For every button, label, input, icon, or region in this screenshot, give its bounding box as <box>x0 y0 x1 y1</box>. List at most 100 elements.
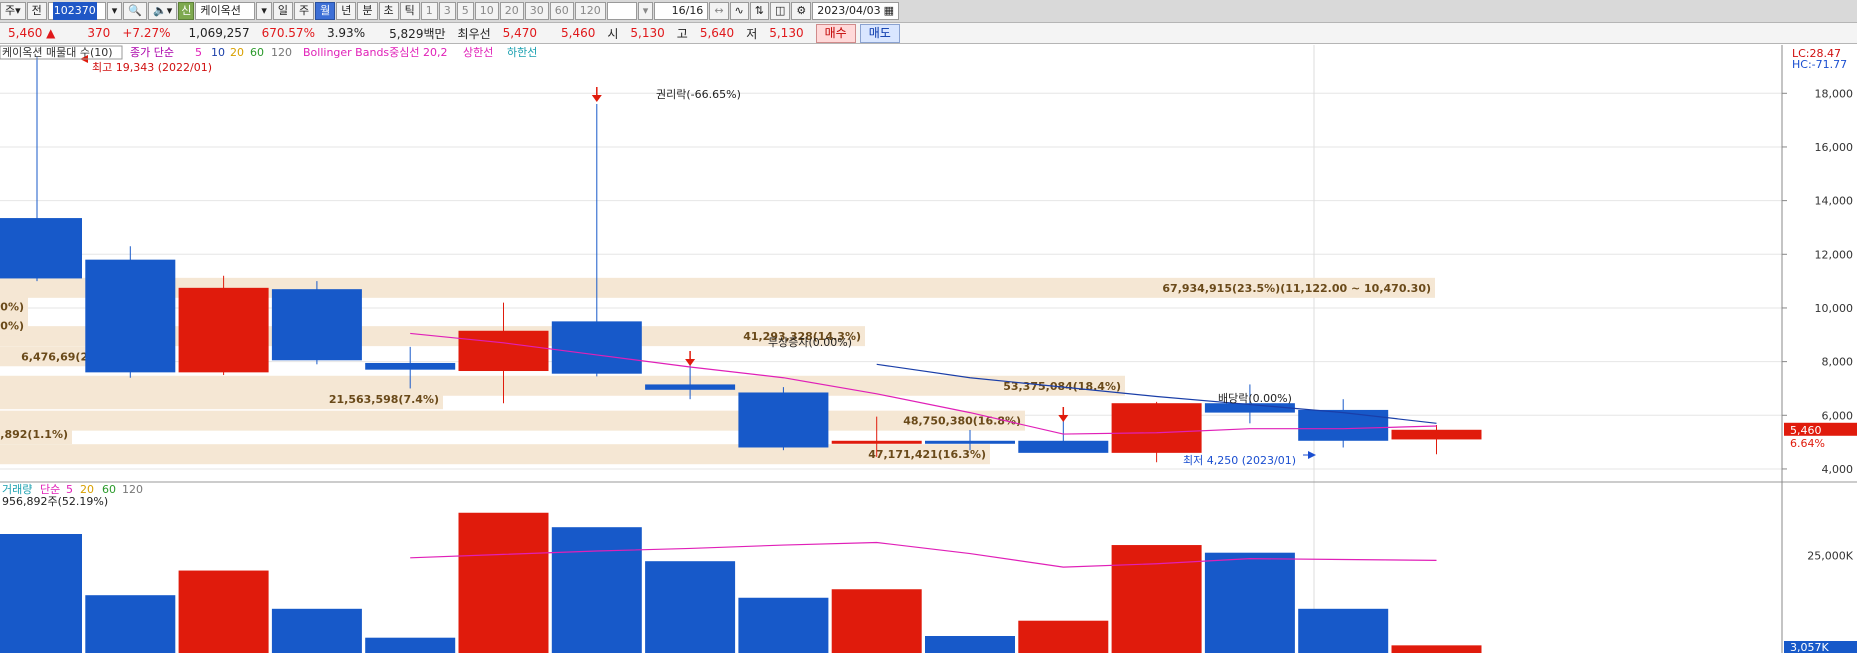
period-month[interactable]: 월 <box>315 2 336 20</box>
volume-value: 1,069,257 <box>188 26 250 40</box>
chart-icon[interactable]: ⇅ <box>749 2 769 20</box>
price-change: 370 <box>87 26 111 40</box>
code-dropdown[interactable]: ▾ <box>106 2 123 20</box>
ruler-icon[interactable]: ↔ <box>709 2 729 20</box>
price-chart[interactable]: 67,934,915(23.5%)(11,122.00 ~ 10,470.30)… <box>0 45 1857 653</box>
high-annotation: 최고 19,343 (2022/01) <box>92 61 212 74</box>
axis-tick-label: 10,000 <box>1815 302 1854 315</box>
high-label: 고 <box>676 26 688 41</box>
sound-button[interactable]: 🔈 ▾ <box>148 2 178 20</box>
period-second[interactable]: 초 <box>378 2 399 20</box>
legend-ma20: 20 <box>230 46 244 59</box>
volume-bar <box>85 595 176 653</box>
volume-bar <box>1111 545 1202 653</box>
credit-badge: 신 <box>178 2 195 20</box>
candle-body <box>1391 429 1482 440</box>
low-arrow-head <box>1308 451 1316 459</box>
period-tick[interactable]: 틱 <box>399 2 420 20</box>
stock-name: 케이옥션 <box>195 2 256 20</box>
volume-profile-band <box>0 444 990 465</box>
interval-20[interactable]: 20 <box>499 2 524 20</box>
volume-profile-band <box>0 410 1025 431</box>
toolbar: 주 ▾ 전 102370 ▾ 🔍 🔈 ▾ 신 케이옥션 ▾ 일 주 월 년 분 초 … <box>0 0 1857 23</box>
volume-profile-label: 0.0%) <box>0 319 24 332</box>
legend-ma5: 5 <box>195 46 202 59</box>
code-input[interactable]: 102370 <box>47 2 106 20</box>
period-week[interactable]: 주 <box>294 2 315 20</box>
interval-30[interactable]: 30 <box>524 2 549 20</box>
rights-arrow-head <box>591 95 602 102</box>
legend-ma60: 60 <box>250 46 264 59</box>
page-indicator[interactable]: 16/16 <box>654 2 709 20</box>
volume-bar <box>1018 620 1109 653</box>
prev-button[interactable]: 전 <box>26 2 47 20</box>
open-label: 시 <box>607 26 619 41</box>
legend-bb: Bollinger Bands중심선 20,2 <box>303 46 448 59</box>
candle-body <box>271 289 362 361</box>
chevron-down-icon: ▾ <box>642 4 649 17</box>
rights-annotation: 권리락(-66.65%) <box>656 88 741 101</box>
interval-120[interactable]: 120 <box>574 2 606 20</box>
interval-3[interactable]: 3 <box>438 2 456 20</box>
ask-label: 최우선 <box>457 26 491 41</box>
volume-axis-label: 25,000K <box>1807 549 1853 562</box>
interval-dropdown[interactable]: ▾ <box>637 2 654 20</box>
buy-button[interactable]: 매수 <box>815 23 856 43</box>
bonus-arrow-head <box>685 359 696 366</box>
gear-icon[interactable]: ⚙ <box>791 2 812 20</box>
axis-tick-label: 4,000 <box>1822 463 1854 476</box>
ask-price: 5,470 <box>502 26 538 40</box>
volume-bar <box>1204 552 1295 653</box>
candle-body <box>458 330 549 372</box>
volume-profile-label: 56,892(1.1%) <box>0 428 68 441</box>
volume-profile-label: 0.0%) <box>0 301 24 314</box>
quote-row: 5,460 ▲ 370 +7.27% 1,069,257 670.57% 3.9… <box>0 23 1857 44</box>
volume-bar <box>551 527 642 653</box>
legend-ma10: 10 <box>211 46 225 59</box>
interval-1[interactable]: 1 <box>420 2 438 20</box>
candle-body <box>1111 403 1202 453</box>
volume-last: 956,892주(52.19%) <box>2 495 108 508</box>
period-year[interactable]: 년 <box>336 2 357 20</box>
dividend-arrow-head <box>1058 415 1069 422</box>
interval-60[interactable]: 60 <box>549 2 574 20</box>
volume-bar <box>178 570 269 653</box>
candle-body <box>925 440 1015 444</box>
trend-icon[interactable]: ∿ <box>729 2 749 20</box>
chevron-down-icon: ▾ <box>15 4 21 17</box>
bonus-annotation: 무상증자(0.00%) <box>768 336 852 349</box>
name-dropdown[interactable]: ▾ <box>256 2 272 20</box>
current-price: 5,460 ▲ <box>8 26 56 40</box>
save-icon[interactable]: ◫ <box>769 2 791 20</box>
legend-upper: 상한선 <box>463 46 493 59</box>
candle-body <box>645 384 736 390</box>
volume-bar <box>271 608 362 653</box>
volume-bar <box>645 561 736 653</box>
period-minute[interactable]: 분 <box>357 2 378 20</box>
period-day[interactable]: 일 <box>272 2 294 20</box>
chevron-down-icon: ▾ <box>111 4 118 17</box>
last-price-label: 5,460 <box>1790 424 1822 437</box>
interval-10[interactable]: 10 <box>474 2 499 20</box>
market-select[interactable]: 주 ▾ <box>0 2 26 20</box>
volume-bar <box>1391 645 1482 653</box>
interval-5[interactable]: 5 <box>456 2 474 20</box>
legend-lower: 하한선 <box>507 45 537 59</box>
volume-bar <box>0 534 82 653</box>
search-button[interactable]: 🔍 <box>123 2 148 20</box>
volume-legend-ma120: 120 <box>122 483 143 496</box>
volume-bar <box>1298 608 1389 653</box>
search-icon: 🔍 <box>128 4 143 17</box>
volume-bar <box>831 589 922 653</box>
volume-pct: 670.57% <box>261 26 315 40</box>
volume-profile-label: 47,171,421(16.3%) <box>868 448 986 461</box>
interval-custom-input[interactable] <box>606 2 637 20</box>
speaker-icon: 🔈 <box>153 4 167 17</box>
volume-bar <box>925 636 1015 653</box>
dividend-annotation: 배당락(0.00%) <box>1218 392 1292 405</box>
bid-price: 5,460 <box>561 26 596 40</box>
sell-button[interactable]: 매도 <box>859 23 900 43</box>
hc-label: HC:-71.77 <box>1792 58 1847 71</box>
date-input[interactable]: 2023/04/03 ▦ <box>812 2 900 20</box>
high-price: 5,640 <box>699 26 735 40</box>
